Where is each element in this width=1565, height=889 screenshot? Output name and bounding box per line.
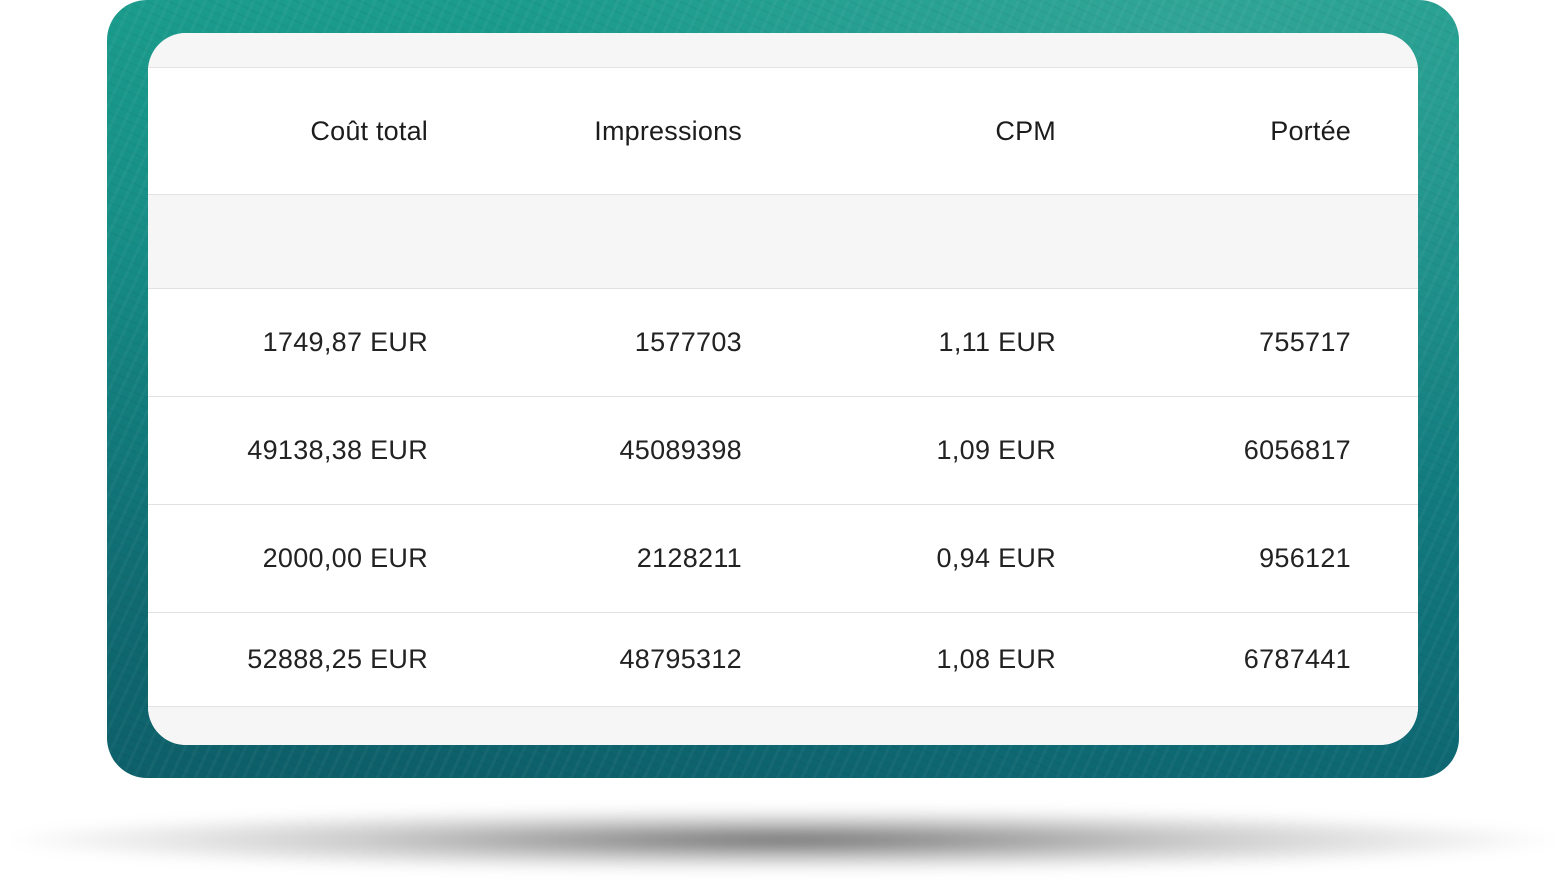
cell-impressions: 2128211 xyxy=(636,543,742,573)
cell-cpm: 1,09 EUR xyxy=(936,435,1056,465)
cell-portee: 755717 xyxy=(1259,327,1351,357)
table-row[interactable]: 1749,87 EUR 1577703 1,11 EUR 755717 xyxy=(148,289,1418,397)
cell-impressions: 45089398 xyxy=(619,435,742,465)
column-header-portee[interactable]: Portée xyxy=(1076,68,1351,194)
column-header-impressions[interactable]: Impressions xyxy=(448,68,742,194)
table-bottom-strip xyxy=(148,707,1418,745)
screenshot-stage: Coût total Impressions CPM Portée 1749,8… xyxy=(0,0,1565,889)
cell-cpm: 1,08 EUR xyxy=(936,644,1056,674)
cell-cout-total: 1749,87 EUR xyxy=(262,327,428,357)
cell-portee: 6787441 xyxy=(1243,644,1351,674)
table-row[interactable]: 2000,00 EUR 2128211 0,94 EUR 956121 xyxy=(148,505,1418,613)
table-header-row: Coût total Impressions CPM Portée xyxy=(148,68,1418,195)
cell-portee: 6056817 xyxy=(1243,435,1351,465)
cell-cout-total: 52888,25 EUR xyxy=(247,644,428,674)
column-header-cpm[interactable]: CPM xyxy=(762,68,1056,194)
cell-cpm: 1,11 EUR xyxy=(938,327,1056,357)
column-header-cout-total[interactable]: Coût total xyxy=(148,68,428,194)
cell-cpm: 0,94 EUR xyxy=(936,543,1056,573)
cell-cout-total: 49138,38 EUR xyxy=(247,435,428,465)
cell-impressions: 48795312 xyxy=(619,644,742,674)
table-row[interactable]: 52888,25 EUR 48795312 1,08 EUR 6787441 xyxy=(148,613,1418,707)
table-row[interactable]: 49138,38 EUR 45089398 1,09 EUR 6056817 xyxy=(148,397,1418,505)
cell-portee: 956121 xyxy=(1259,543,1351,573)
table-empty-row xyxy=(148,195,1418,289)
cell-impressions: 1577703 xyxy=(634,327,742,357)
drop-shadow xyxy=(0,800,1565,880)
table-card: Coût total Impressions CPM Portée 1749,8… xyxy=(148,33,1418,745)
cell-cout-total: 2000,00 EUR xyxy=(262,543,428,573)
table-top-strip xyxy=(148,33,1418,68)
